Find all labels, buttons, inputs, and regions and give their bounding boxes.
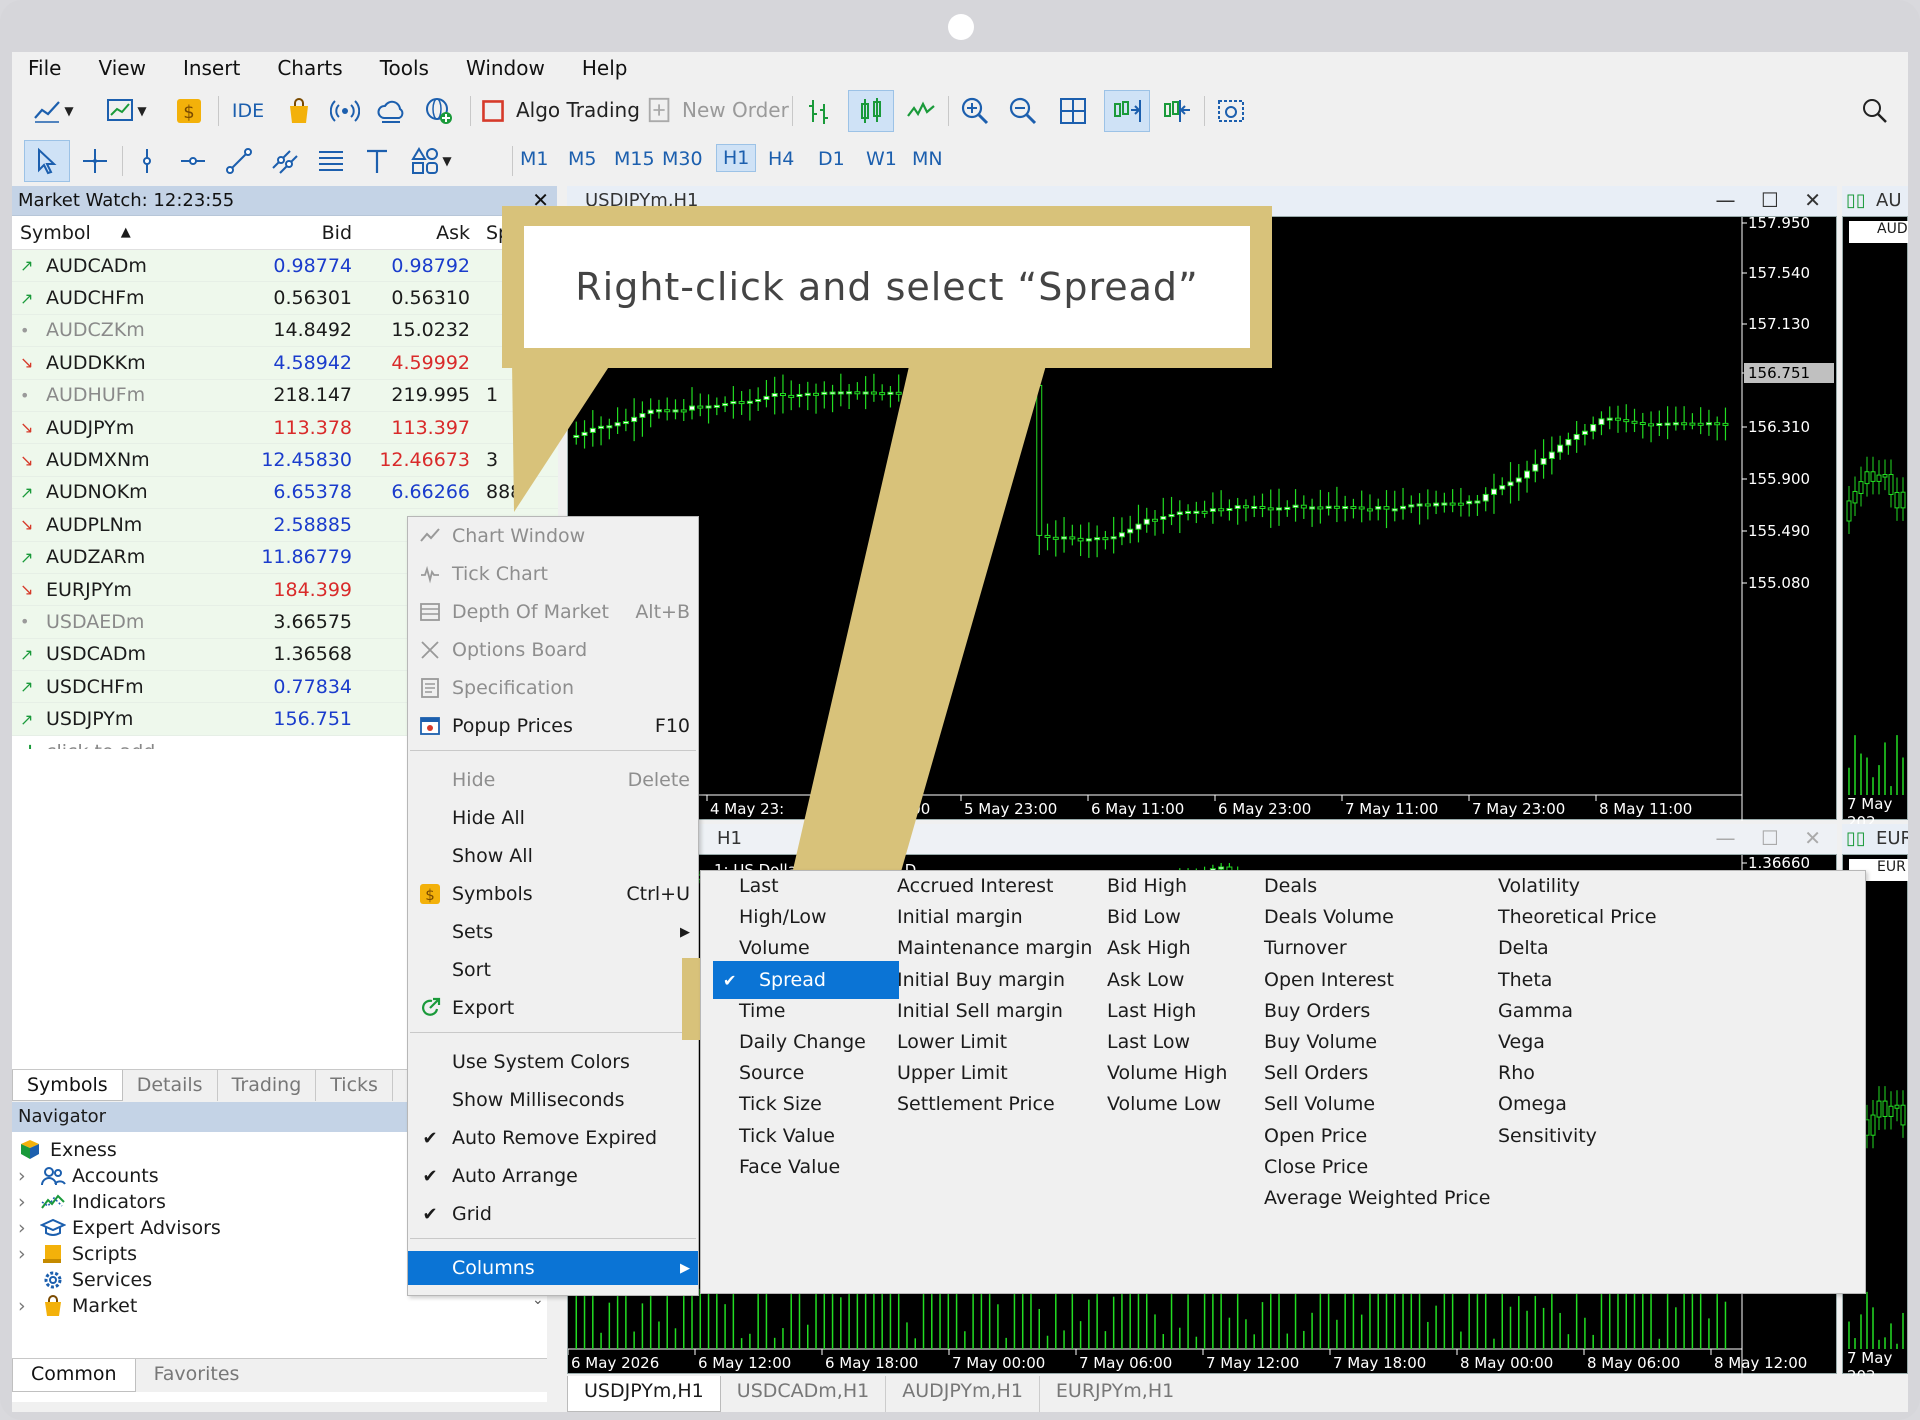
callout-pointer-right [774,362,1047,952]
depth-of-market-icon [418,600,442,624]
column-option-ask-low[interactable]: Ask Low [1107,969,1184,991]
column-option-upper-limit[interactable]: Upper Limit [897,1062,1008,1084]
dollar-icon: $ [418,882,442,906]
column-option-last[interactable]: Last [739,875,779,897]
column-option-volatility[interactable]: Volatility [1498,875,1580,897]
column-option-deals-volume[interactable]: Deals Volume [1264,906,1394,928]
menu-separator [410,1032,696,1033]
menu-item-show-all[interactable]: Show All [408,839,698,873]
camera-dot [948,14,974,40]
checkmark-icon: ✔ [422,1203,438,1225]
screen: File View Insert Charts Tools Window Hel… [12,52,1908,1412]
menu-item-specification[interactable]: Specification [408,671,698,705]
menu-separator [410,1238,696,1239]
column-option-average-weighted-price[interactable]: Average Weighted Price [1264,1187,1490,1209]
columns-submenu: Last High/Low Volume Time Daily Change Source… [700,870,1866,1294]
column-option-last-low[interactable]: Last Low [1107,1031,1190,1053]
menu-item-grid[interactable]: ✔ Grid [408,1197,698,1231]
column-option-time[interactable]: Time [739,1000,786,1022]
menu-item-chart-window[interactable]: Chart Window [408,519,698,553]
menu-item-auto-arrange[interactable]: ✔ Auto Arrange [408,1159,698,1193]
column-option-open-price[interactable]: Open Price [1264,1125,1367,1147]
column-option-settlement-price[interactable]: Settlement Price [897,1093,1055,1115]
column-option-volume-high[interactable]: Volume High [1107,1062,1227,1084]
column-option-source[interactable]: Source [739,1062,804,1084]
column-option-initial-sell-margin[interactable]: Initial Sell margin [897,1000,1063,1022]
checkmark-icon: ✔ [723,970,737,990]
column-option-deals[interactable]: Deals [1264,875,1317,897]
column-option-initial-buy-margin[interactable]: Initial Buy margin [897,969,1065,991]
column-option-delta[interactable]: Delta [1498,937,1549,959]
menu-item-tick-chart[interactable]: Tick Chart [408,557,698,591]
chart-window-icon [418,524,442,548]
menu-item-depth-of-market[interactable]: Depth Of Market Alt+B [408,595,698,629]
column-option-sensitivity[interactable]: Sensitivity [1498,1125,1597,1147]
column-option-bid-high[interactable]: Bid High [1107,875,1187,897]
column-option-bid-low[interactable]: Bid Low [1107,906,1181,928]
callout-pointer-left [512,362,612,512]
checkmark-icon: ✔ [422,1165,438,1187]
tick-chart-icon [418,562,442,586]
column-option-buy-volume[interactable]: Buy Volume [1264,1031,1377,1053]
submenu-arrow-icon: ▶ [680,1260,690,1276]
column-option-buy-orders[interactable]: Buy Orders [1264,1000,1370,1022]
device-frame: File View Insert Charts Tools Window Hel… [0,0,1920,1420]
menu-item-columns[interactable]: Columns ▶ [408,1251,698,1285]
menu-item-sets[interactable]: Sets ▶ [408,915,698,949]
column-option-volume-low[interactable]: Volume Low [1107,1093,1221,1115]
column-option-sell-volume[interactable]: Sell Volume [1264,1093,1375,1115]
menu-item-symbols[interactable]: $ Symbols Ctrl+U [408,877,698,911]
specification-icon [418,676,442,700]
submenu-arrow-icon: ▶ [680,924,690,940]
column-option-theoretical-price[interactable]: Theoretical Price [1498,906,1657,928]
menu-separator [410,750,696,751]
column-option-omega[interactable]: Omega [1498,1093,1567,1115]
callout-text: Right-click and select “Spread” [524,226,1250,348]
menu-item-export[interactable]: Export [408,991,698,1025]
column-option-volume[interactable]: Volume [739,937,810,959]
options-board-icon [418,638,442,662]
column-option-daily-change[interactable]: Daily Change [739,1031,866,1053]
column-option-ask-high[interactable]: Ask High [1107,937,1191,959]
column-option-maintenance-margin[interactable]: Maintenance margin [897,937,1092,959]
menu-item-hide[interactable]: Hide Delete [408,763,698,797]
context-menu: Chart Window Tick Chart Depth Of Market … [407,516,699,1296]
column-option-gamma[interactable]: Gamma [1498,1000,1573,1022]
column-option-rho[interactable]: Rho [1498,1062,1535,1084]
column-option-turnover[interactable]: Turnover [1264,937,1347,959]
column-option-initial-margin[interactable]: Initial margin [897,906,1023,928]
column-option-close-price[interactable]: Close Price [1264,1156,1368,1178]
column-option-face-value[interactable]: Face Value [739,1156,840,1178]
export-icon [418,996,442,1020]
column-option-lower-limit[interactable]: Lower Limit [897,1031,1007,1053]
column-option-spread-label: Spread [759,969,826,991]
column-option-last-high[interactable]: Last High [1107,1000,1196,1022]
column-option-vega[interactable]: Vega [1498,1031,1545,1053]
menu-item-auto-remove-expired[interactable]: ✔ Auto Remove Expired [408,1121,698,1155]
menu-item-use-system-colors[interactable]: Use System Colors [408,1045,698,1079]
svg-text:$: $ [425,886,435,904]
column-option-open-interest[interactable]: Open Interest [1264,969,1394,991]
menu-item-popup-prices[interactable]: Popup Prices F10 [408,709,698,743]
menu-item-sort[interactable]: Sort [408,953,698,987]
checkmark-icon: ✔ [422,1127,438,1149]
menu-item-show-milliseconds[interactable]: Show Milliseconds [408,1083,698,1117]
column-option-theta[interactable]: Theta [1498,969,1552,991]
menu-item-hide-all[interactable]: Hide All [408,801,698,835]
menu-item-options-board[interactable]: Options Board [408,633,698,667]
popup-prices-icon [418,714,442,738]
column-option-tick-value[interactable]: Tick Value [739,1125,835,1147]
column-option-tick-size[interactable]: Tick Size [739,1093,822,1115]
column-option-spread[interactable]: ✔ Spread [713,961,899,999]
callout-box: Right-click and select “Spread” [502,206,1272,368]
column-option-sell-orders[interactable]: Sell Orders [1264,1062,1368,1084]
column-option-accrued-interest[interactable]: Accrued Interest [897,875,1053,897]
column-option-high-low[interactable]: High/Low [739,906,827,928]
